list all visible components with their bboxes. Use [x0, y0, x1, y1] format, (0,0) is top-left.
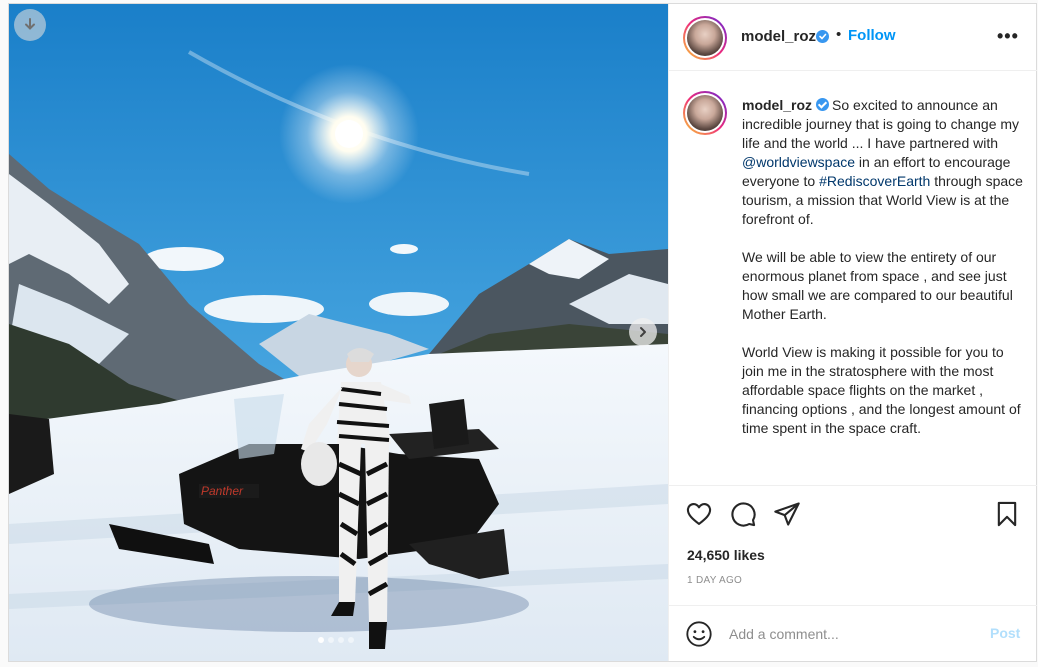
caption-paragraph-1: model_roz So excited to announce an incre… — [742, 96, 1027, 229]
caption-avatar[interactable] — [683, 91, 727, 135]
caption-paragraph-3: World View is making it possible for you… — [742, 344, 1021, 436]
download-button[interactable] — [14, 9, 46, 41]
carousel-next-button[interactable] — [629, 318, 657, 346]
carousel-indicator — [318, 637, 354, 643]
caption-username-link[interactable]: model_roz — [742, 97, 812, 113]
download-icon — [25, 18, 35, 30]
likes-count[interactable]: 24,650 likes — [687, 547, 765, 563]
carousel-dot — [328, 637, 334, 643]
comment-icon[interactable] — [729, 500, 757, 528]
verified-badge-icon — [816, 98, 830, 111]
post-comment-button[interactable]: Post — [990, 625, 1020, 641]
heart-icon[interactable] — [685, 500, 713, 528]
carousel-dot — [348, 637, 354, 643]
paper-plane-icon[interactable] — [773, 500, 801, 528]
post-modal: Panther model_roz • Follow ••• model_roz… — [8, 3, 1037, 662]
hashtag-link[interactable]: #RediscoverEarth — [819, 173, 930, 189]
smiley-icon[interactable] — [685, 620, 713, 648]
carousel-dot — [338, 637, 344, 643]
separator-dot: • — [836, 26, 842, 43]
avatar-image — [687, 20, 723, 56]
post-image[interactable]: Panther — [9, 4, 668, 661]
post-side-panel: model_roz • Follow ••• model_roz So excit… — [668, 4, 1037, 661]
verified-badge-icon — [816, 30, 829, 43]
caption-paragraph-2: We will be able to view the entirety of … — [742, 249, 1013, 322]
caption-text: model_roz So excited to announce an incre… — [742, 96, 1027, 457]
page-background: Panther model_roz • Follow ••• model_roz… — [0, 0, 1038, 667]
post-header: model_roz • Follow ••• — [669, 4, 1037, 71]
username-link[interactable]: model_roz — [741, 28, 816, 45]
caption-section: model_roz So excited to announce an incre… — [669, 71, 1037, 485]
post-timestamp[interactable]: 1 DAY AGO — [687, 575, 742, 586]
carousel-dot-active — [318, 637, 324, 643]
snowmobile-brand-text: Panther — [201, 484, 244, 498]
action-bar: 24,650 likes 1 DAY AGO — [669, 485, 1037, 605]
avatar[interactable] — [683, 16, 727, 60]
chevron-right-icon — [640, 327, 646, 337]
more-options-button[interactable]: ••• — [997, 26, 1019, 47]
follow-button[interactable]: Follow — [848, 27, 896, 44]
snowmobile-photo: Panther — [9, 4, 668, 661]
mention-link[interactable]: @worldviewspace — [742, 154, 855, 170]
comment-input[interactable] — [729, 622, 969, 646]
comment-bar: Post — [669, 605, 1037, 661]
bookmark-icon[interactable] — [993, 500, 1021, 528]
avatar-image — [687, 95, 723, 131]
